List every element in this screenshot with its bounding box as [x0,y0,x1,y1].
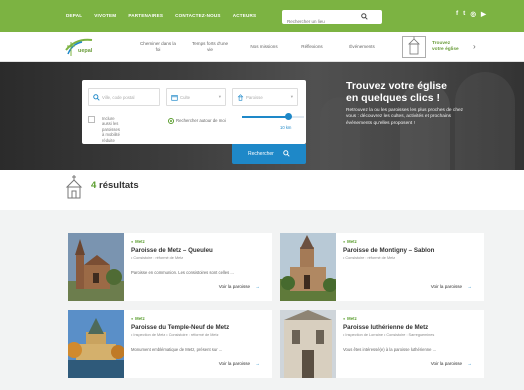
nav-item-missions[interactable]: Nos missions [244,44,284,50]
parish-location: Metz [131,316,145,321]
paroisse-select[interactable]: Paroisse ▾ [232,88,298,106]
nav-item-evenements[interactable]: Événements [340,44,384,50]
parish-location: Metz [343,239,357,244]
logo[interactable]: uepal [62,36,102,60]
view-parish-link[interactable]: Voir la paroisse [431,361,472,366]
view-parish-link[interactable]: Voir la paroisse [431,284,472,289]
distance-slider-handle[interactable] [285,113,292,120]
parish-title[interactable]: Paroisse du Temple-Neuf de Metz [131,324,269,331]
parish-photo [280,310,336,378]
culte-select-value: Culte [180,95,191,100]
top-search [282,10,382,29]
parish-card[interactable]: Metz Paroisse de Metz – Queuleu • Consis… [68,233,272,301]
chevron-down-icon: ▾ [290,94,293,99]
parish-title[interactable]: Paroisse de Metz – Queuleu [131,247,269,254]
church-icon [65,175,83,199]
top-link-partenaires[interactable]: PARTENAIRES [128,13,163,18]
parish-card[interactable]: Metz Paroisse de Montigny – Sablon • Con… [280,233,484,301]
church-locator-icon [402,36,426,58]
results-header-bg [0,170,64,210]
hero-title-line-1: Trouvez votre église [346,80,447,92]
top-search-input[interactable] [282,14,366,29]
near-me-radio[interactable] [168,118,174,124]
distance-slider[interactable] [242,113,304,120]
hero-description: Retrouvez la ou les paroisses les plus p… [346,108,464,126]
view-parish-link[interactable]: Voir la paroisse [219,361,260,366]
top-bar: DEPAL VIVOTEM PARTENAIRES CONTACTEZ-NOUS… [0,0,524,32]
location-field-placeholder: Ville, code postal [102,95,135,100]
search-button-label: Rechercher [248,151,274,157]
find-church-label-2: votre église [432,47,459,52]
church-photo-icon [68,310,124,378]
parish-meta: • Inspection de Metz • Consistoire : réf… [131,333,219,337]
search-panel: Ville, code postal Culte ▾ Paroisse ▾ In… [82,80,306,144]
calendar-icon [171,95,178,101]
top-links: DEPAL VIVOTEM PARTENAIRES CONTACTEZ-NOUS… [66,13,256,18]
nav-item-temps-forts[interactable]: Temps forts d'une vie [190,41,230,52]
search-icon[interactable] [361,13,368,20]
results-count: 4 [91,180,97,191]
find-church-label-1: Trouvez [432,41,451,46]
accessibility-checkbox[interactable] [88,116,95,123]
parish-meta: • Inspection de Lorraine • Consistoire :… [343,333,435,337]
accessibility-checkbox-label-2: à mobilité réduite [102,132,120,143]
parish-card[interactable]: Metz Paroisse luthérienne de Metz • Insp… [280,310,484,378]
find-church-link[interactable]: Trouvez votre église › [402,36,480,58]
parish-meta: • Consistoire : réformé de Metz [343,256,396,260]
accessibility-checkbox-label: Inclure aussi les paroisses à mobilité r… [102,116,120,143]
parish-card[interactable]: Metz Paroisse du Temple-Neuf de Metz • I… [68,310,272,378]
hero-title-line-2: en quelques clics ! [346,92,440,104]
parish-photo [68,233,124,301]
church-photo-icon [68,233,124,301]
view-parish-link[interactable]: Voir la paroisse [219,284,260,289]
find-church-label: Trouvez votre église [432,41,459,53]
parish-photo [68,310,124,378]
top-link-depal[interactable]: DEPAL [66,13,82,18]
search-button[interactable]: Rechercher [232,144,306,164]
near-me-radio-label: Rechercher autour de moi [176,118,226,123]
search-icon [93,94,100,101]
church-photo-icon [280,233,336,301]
parish-description: Paroisse en communion. Les consistoires … [131,270,234,275]
parish-description: Monument emblématique de Metz, présent s… [131,347,223,352]
chevron-right-icon: › [473,42,476,51]
parish-location: Metz [343,316,357,321]
top-link-acteurs[interactable]: ACTEURS [233,13,257,18]
parish-location: Metz [131,239,145,244]
hero-title: Trouvez votre église en quelques clics ! [346,80,447,104]
church-photo-icon [280,310,336,378]
parish-description: Vous êtes intéressé(e) à la paroisse lut… [343,347,437,352]
accessibility-checkbox-label-1: Inclure aussi les paroisses [102,116,120,132]
logo-text: uepal [78,48,93,54]
parish-meta: • Consistoire : réformé de Metz [131,256,184,260]
distance-slider-value: 10 km [280,125,292,130]
instagram-icon[interactable]: ◎ [470,10,476,18]
main-nav: uepal Cheminer dans la foi Temps forts d… [0,32,524,62]
top-link-vivotem[interactable]: VIVOTEM [94,13,116,18]
parish-photo [280,233,336,301]
church-icon [237,94,244,101]
youtube-icon[interactable]: ▶ [481,10,486,18]
parish-title[interactable]: Paroisse de Montigny – Sablon [343,247,481,254]
search-icon [283,150,290,157]
nav-item-cheminer[interactable]: Cheminer dans la foi [138,41,178,52]
distance-slider-fill [242,116,289,118]
location-field[interactable]: Ville, code postal [88,88,160,106]
results-label: résultats [99,180,139,191]
paroisse-select-value: Paroisse [246,95,263,100]
parish-title[interactable]: Paroisse luthérienne de Metz [343,324,481,331]
facebook-icon[interactable]: f [456,10,458,18]
chevron-down-icon: ▾ [218,94,221,99]
nav-item-reflexions[interactable]: Réflexions [292,44,332,50]
social-links: f t ◎ ▶ [456,10,486,18]
twitter-icon[interactable]: t [463,10,465,18]
culte-select[interactable]: Culte ▾ [166,88,226,106]
results-header: 4 résultats [64,170,524,210]
top-link-contact[interactable]: CONTACTEZ-NOUS [175,13,221,18]
